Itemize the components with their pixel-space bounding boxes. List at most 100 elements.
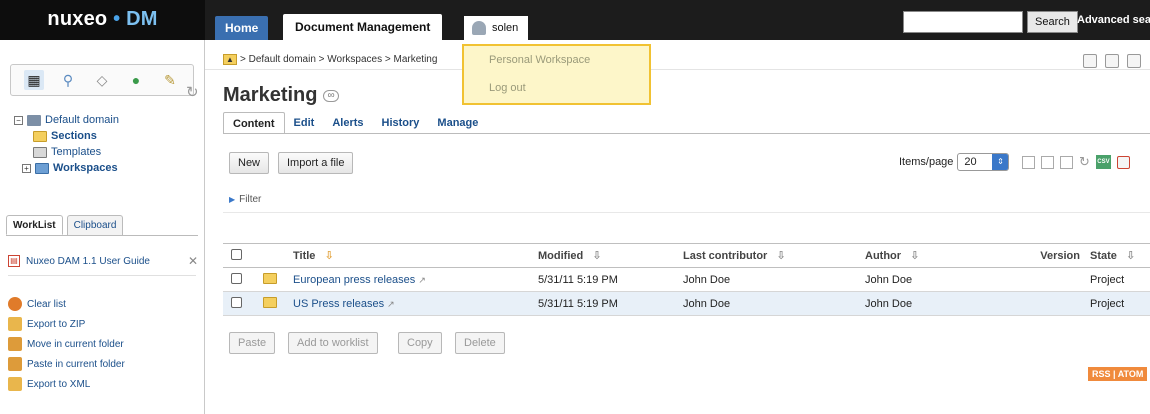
open-new-window-icon[interactable]: ↗ — [418, 275, 426, 285]
tab-worklist[interactable]: WorkList — [6, 215, 63, 235]
tab-manage[interactable]: Manage — [428, 112, 487, 134]
collapse-icon[interactable]: − — [14, 115, 23, 125]
row-title-link[interactable]: European press releases — [293, 274, 415, 286]
select-all-checkbox[interactable] — [231, 248, 242, 260]
column-modified[interactable]: Modified ⇩ — [538, 249, 683, 262]
column-version[interactable]: Version — [975, 250, 1090, 262]
expand-filter-icon: ▶ — [229, 195, 236, 204]
folder-icon — [263, 272, 277, 284]
sort-icon[interactable]: ⇩ — [770, 250, 786, 262]
search-input[interactable] — [903, 11, 1023, 33]
sort-icon[interactable]: ⇩ — [586, 250, 601, 262]
permalink-icon[interactable]: ∞ — [323, 89, 339, 102]
detail-view-icon[interactable] — [1041, 155, 1054, 169]
refresh-list-icon[interactable]: ↻ — [1079, 154, 1090, 170]
print-icon[interactable] — [1127, 54, 1141, 68]
page-title: Marketing ∞ — [223, 84, 339, 107]
search-button[interactable]: Search — [1027, 11, 1078, 33]
action-label: Export to ZIP — [27, 318, 86, 330]
row-contributor: John Doe — [683, 297, 731, 310]
menu-item-log-out[interactable]: Log out — [489, 82, 526, 94]
row-modified: 5/31/11 5:19 PM — [538, 297, 618, 310]
rss-atom-feed-link[interactable]: RSS | ATOM — [1088, 367, 1148, 381]
pdf-export-icon[interactable] — [1083, 54, 1097, 68]
tree-item-default-domain[interactable]: − Default domain — [14, 112, 119, 128]
navigation-icon[interactable]: ▦ — [24, 70, 44, 90]
folder-icon — [263, 296, 277, 308]
column-title-label: Title — [293, 250, 316, 262]
export-icon[interactable] — [1105, 54, 1119, 68]
tab-alerts[interactable]: Alerts — [323, 112, 372, 134]
column-last-contributor[interactable]: Last contributor ⇩ — [683, 249, 865, 262]
table-row[interactable]: US Press releases ↗ 5/31/11 5:19 PM John… — [223, 292, 1150, 316]
pdf-list-icon[interactable] — [1116, 155, 1130, 169]
tree-item-templates[interactable]: Templates — [14, 144, 119, 160]
divider — [8, 275, 196, 276]
action-clear-list[interactable]: Clear list — [8, 294, 125, 314]
paste-button[interactable]: Paste — [229, 332, 276, 354]
sort-asc-icon[interactable]: ⇩ — [318, 250, 334, 262]
table-row[interactable]: European press releases ↗ 5/31/11 5:19 P… — [223, 268, 1150, 292]
row-title-link[interactable]: US Press releases — [293, 298, 384, 310]
export-zip-icon — [8, 317, 22, 331]
items-per-page-select[interactable]: 20 ⇕ — [957, 153, 1010, 171]
move-icon — [8, 337, 22, 351]
delete-button[interactable]: Delete — [455, 332, 505, 354]
row-checkbox[interactable] — [231, 296, 242, 308]
logo-main: nuxeo — [47, 8, 108, 30]
row-title[interactable]: US Press releases ↗ — [293, 298, 538, 310]
row-checkbox[interactable] — [231, 272, 242, 284]
advanced-search-link[interactable]: Advanced search — [1077, 14, 1150, 26]
logo-dot: • — [113, 8, 121, 30]
tab-clipboard[interactable]: Clipboard — [66, 215, 124, 235]
breadcrumb-text[interactable]: > Default domain > Workspaces > Marketin… — [240, 54, 437, 65]
action-paste-in-folder[interactable]: Paste in current folder — [8, 354, 125, 374]
column-author-label: Author — [865, 250, 902, 262]
add-to-worklist-button[interactable]: Add to worklist — [288, 332, 378, 354]
thumbnail-view-icon[interactable] — [1060, 155, 1073, 169]
column-title[interactable]: Title ⇩ — [293, 249, 538, 262]
search-icon[interactable]: ⚲ — [58, 70, 78, 90]
edit-icon[interactable]: ✎ — [160, 70, 180, 90]
export-xml-icon — [8, 377, 22, 391]
action-move-in-folder[interactable]: Move in current folder — [8, 334, 125, 354]
expand-icon[interactable]: + — [22, 163, 31, 173]
user-icon — [472, 21, 486, 35]
tree-item-sections[interactable]: Sections — [14, 128, 119, 144]
copy-button[interactable]: Copy — [398, 332, 442, 354]
csv-export-icon[interactable]: CSV — [1095, 155, 1111, 169]
sort-icon[interactable]: ⇩ — [1120, 250, 1135, 262]
up-folder-icon[interactable]: ▲ — [223, 54, 237, 65]
tag-icon[interactable]: ◇ — [92, 70, 112, 90]
sort-icon[interactable]: ⇩ — [904, 250, 919, 262]
menu-item-personal-workspace[interactable]: Personal Workspace — [489, 54, 590, 66]
open-new-window-icon[interactable]: ↗ — [387, 299, 395, 309]
tab-edit[interactable]: Edit — [285, 112, 324, 134]
filter-toggle[interactable]: ▶ Filter — [229, 194, 261, 205]
tab-history[interactable]: History — [373, 112, 429, 134]
worklist-item[interactable]: ▤ Nuxeo DAM 1.1 User Guide ✕ — [8, 254, 198, 268]
column-modified-label: Modified — [538, 250, 584, 262]
tab-home[interactable]: Home — [215, 16, 269, 40]
document-actions — [1083, 54, 1141, 68]
row-title[interactable]: European press releases ↗ — [293, 274, 538, 286]
tab-content[interactable]: Content — [223, 112, 285, 134]
new-button[interactable]: New — [229, 152, 270, 174]
column-state[interactable]: State ⇩ — [1090, 249, 1150, 262]
row-author: John Doe — [865, 273, 913, 286]
remove-icon[interactable]: ✕ — [188, 254, 198, 268]
refresh-icon[interactable]: ↻ — [186, 83, 199, 101]
import-file-button[interactable]: Import a file — [278, 152, 354, 174]
logo-suffix: DM — [126, 8, 158, 30]
column-author[interactable]: Author ⇩ — [865, 249, 975, 262]
tree-item-workspaces[interactable]: + Workspaces — [14, 160, 119, 176]
top-bar: nuxeo • DM Home Document Management sole… — [0, 0, 1150, 40]
tab-document-management[interactable]: Document Management — [283, 14, 443, 40]
action-export-zip[interactable]: Export to ZIP — [8, 314, 125, 334]
action-export-xml[interactable]: Export to XML — [8, 374, 125, 394]
navigation-tree: − Default domain Sections Templates + Wo… — [14, 112, 119, 176]
nuxeo-dm-logo[interactable]: nuxeo • DM — [0, 0, 205, 40]
globe-icon[interactable]: ● — [126, 70, 146, 90]
user-menu-tab[interactable]: solen — [464, 16, 529, 40]
list-view-icon[interactable] — [1022, 155, 1035, 169]
